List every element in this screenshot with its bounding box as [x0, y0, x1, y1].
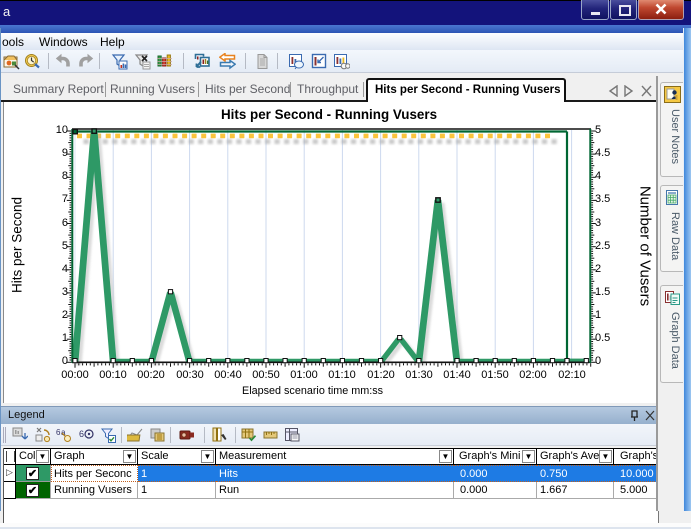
svg-text:6: 6 [79, 429, 84, 439]
